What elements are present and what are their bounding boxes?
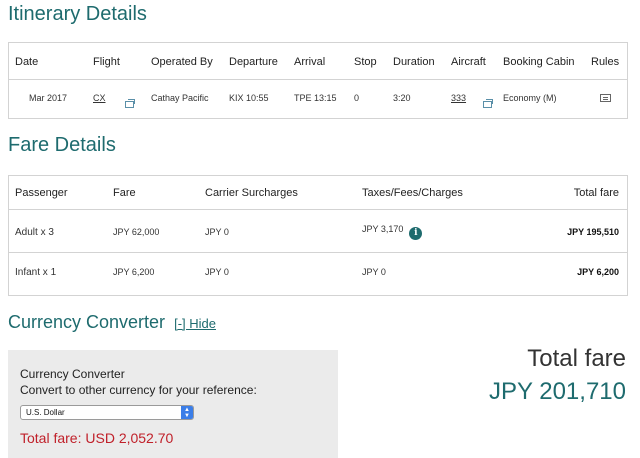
currency-converter-heading: Currency Converter [-] Hide: [8, 312, 216, 333]
header-flight: Flight: [93, 56, 120, 68]
header-stop: Stop: [354, 56, 377, 68]
header-duration: Duration: [393, 56, 435, 68]
header-aircraft: Aircraft: [451, 56, 486, 68]
currency-converter-title: Currency Converter: [8, 312, 166, 332]
flight-popup-icon[interactable]: [125, 99, 135, 108]
itinerary-table-header: Date Flight Operated By Departure Arriva…: [9, 43, 627, 80]
converted-total: Total fare: USD 2,052.70: [20, 430, 174, 446]
itinerary-row: Mar 2017 CX Cathay Pacific KIX 10:55 TPE…: [9, 80, 627, 118]
taxes-cell: JPY 3,170 i: [362, 224, 423, 240]
summary-total-label: Total fare: [527, 345, 626, 372]
header-fare: Fare: [113, 187, 136, 199]
fare-table-header: Passenger Fare Carrier Surcharges Taxes/…: [9, 176, 627, 210]
arrival-time: TPE 13:15: [294, 93, 337, 103]
aircraft-link[interactable]: 333: [451, 93, 466, 103]
rules-icon[interactable]: [600, 94, 611, 102]
header-passenger: Passenger: [15, 187, 68, 199]
flight-number-link[interactable]: CX: [93, 93, 106, 103]
carrier-surcharges: JPY 0: [205, 227, 229, 237]
header-departure: Departure: [229, 56, 278, 68]
fare-table: Passenger Fare Carrier Surcharges Taxes/…: [8, 175, 628, 296]
header-carrier-surcharges: Carrier Surcharges: [205, 187, 298, 199]
row-total-fare: JPY 195,510: [567, 227, 619, 237]
currency-converter-panel: Currency Converter Convert to other curr…: [8, 350, 338, 458]
select-arrows-icon: ▲ ▼: [181, 406, 193, 419]
itinerary-details-title: Itinerary Details: [8, 3, 147, 25]
summary-total-value: JPY 201,710: [488, 378, 626, 405]
fare-row: Adult x 3 JPY 62,000 JPY 0 JPY 3,170 i JP…: [9, 210, 627, 253]
currency-select-value: U.S. Dollar: [26, 408, 65, 417]
header-total-fare: Total fare: [573, 187, 619, 199]
departure-time: KIX 10:55: [229, 93, 269, 103]
carrier-surcharges: JPY 0: [205, 267, 229, 277]
aircraft-popup-icon[interactable]: [483, 99, 494, 108]
header-taxes-fees-charges: Taxes/Fees/Charges: [362, 187, 463, 199]
taxes-value: JPY 0: [362, 267, 386, 277]
itinerary-table: Date Flight Operated By Departure Arriva…: [8, 42, 628, 119]
operated-by: Cathay Pacific: [151, 93, 209, 103]
hide-converter-link[interactable]: [-] Hide: [174, 316, 216, 331]
flight-date: Mar 2017: [29, 93, 68, 103]
header-operated-by: Operated By: [151, 56, 213, 68]
booking-cabin: Economy (M): [503, 93, 557, 103]
stop-count: 0: [354, 93, 360, 103]
info-icon[interactable]: i: [409, 227, 423, 240]
currency-select[interactable]: U.S. Dollar ▲ ▼: [20, 405, 194, 420]
header-rules: Rules: [591, 56, 620, 68]
fare-row: Infant x 1 JPY 6,200 JPY 0 JPY 0 JPY 6,2…: [9, 253, 627, 295]
fare-details-title: Fare Details: [8, 134, 116, 156]
converter-panel-title: Currency Converter: [20, 367, 125, 381]
header-booking-cabin: Booking Cabin: [503, 56, 575, 68]
converter-panel-subtitle: Convert to other currency for your refer…: [20, 383, 257, 397]
row-total-fare: JPY 6,200: [577, 267, 619, 277]
header-arrival: Arrival: [294, 56, 326, 68]
passenger-type: Infant x 1: [15, 267, 57, 278]
base-fare: JPY 62,000: [113, 227, 160, 237]
header-date: Date: [15, 56, 39, 68]
passenger-type: Adult x 3: [15, 227, 54, 238]
flight-duration: 3:20: [393, 93, 411, 103]
base-fare: JPY 6,200: [113, 267, 155, 277]
taxes-value: JPY 3,170: [362, 224, 404, 234]
